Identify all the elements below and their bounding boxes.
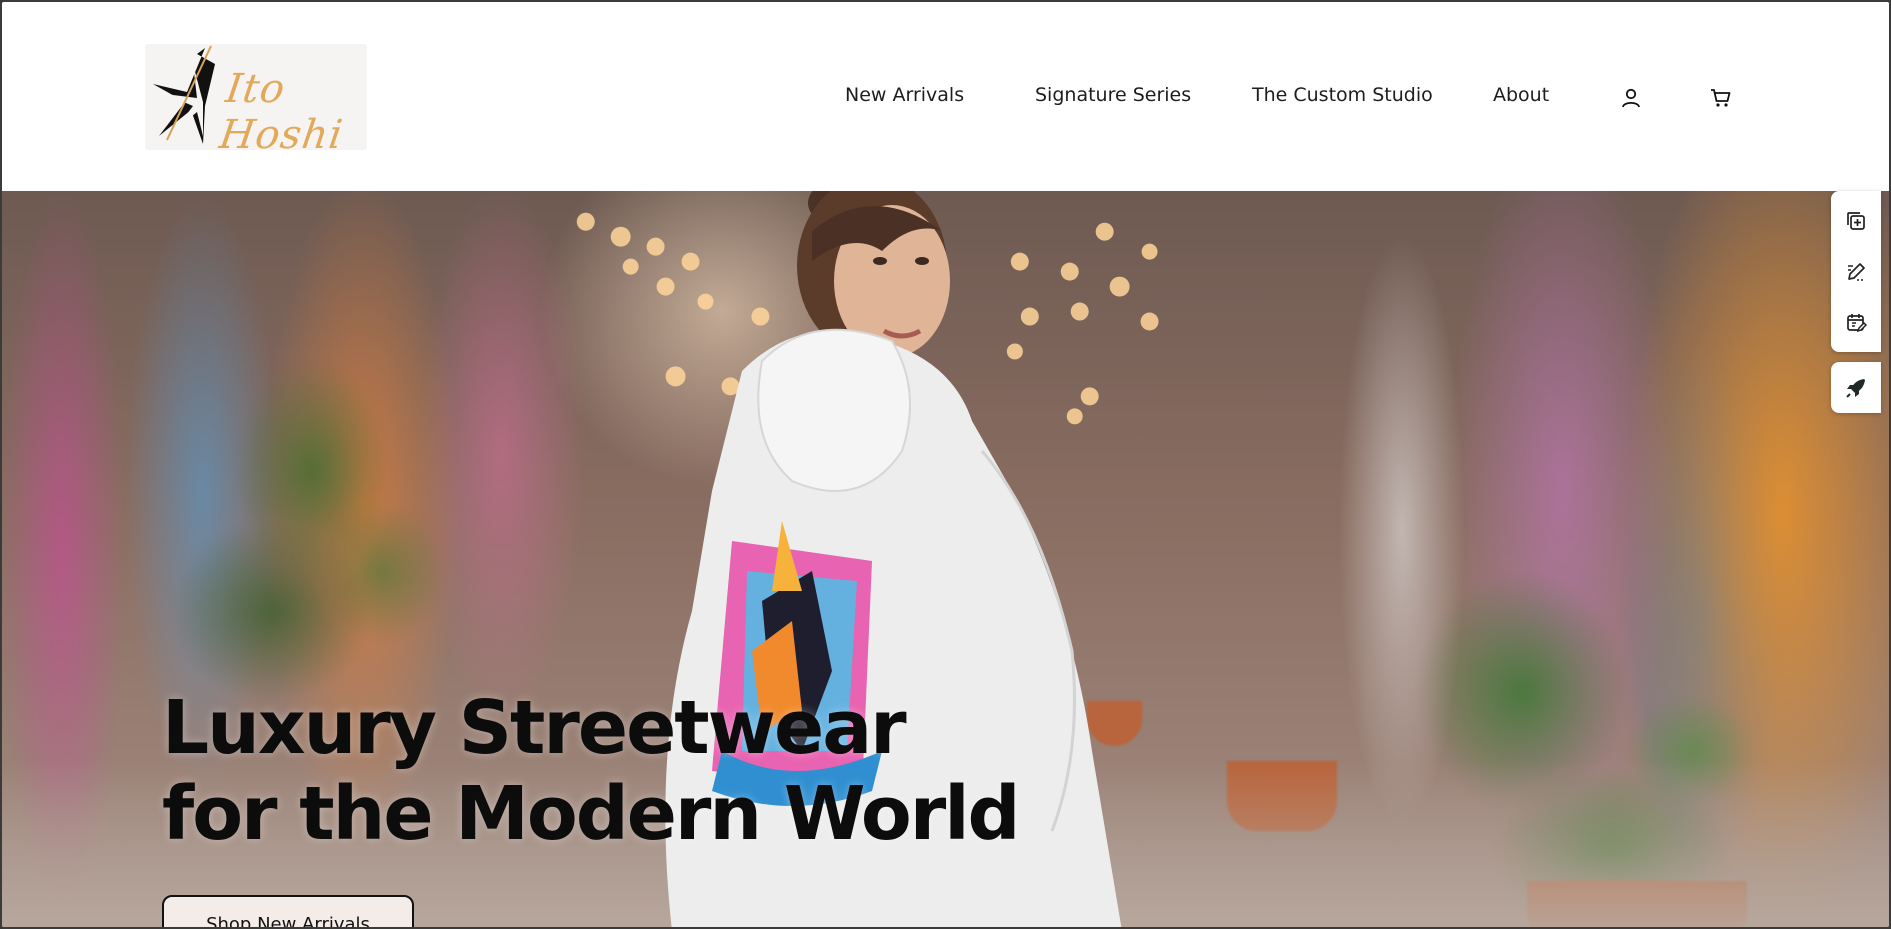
site-header: Ito Hoshi New Arrivals Signature Series … [2, 2, 1889, 191]
floating-toolbar [1831, 191, 1881, 413]
account-button[interactable] [1617, 84, 1645, 112]
headline-line-1: Luxury Streetwear [162, 685, 907, 771]
edit-pen-icon [1848, 262, 1865, 281]
tool-group [1831, 191, 1881, 352]
hero-banner: Luxury Streetwear for the Modern World S… [2, 191, 1889, 927]
nav-new-arrivals[interactable]: New Arrivals [845, 84, 964, 106]
copy-add-icon [1847, 211, 1865, 230]
calendar-edit-button[interactable] [1831, 297, 1881, 348]
cart-icon [1711, 89, 1731, 107]
hero-headline: Luxury Streetwear for the Modern World [162, 685, 1062, 857]
nav-signature-series[interactable]: Signature Series [1035, 84, 1191, 106]
launch-button[interactable] [1831, 362, 1881, 413]
nav-about[interactable]: About [1493, 84, 1549, 106]
rocket-icon [1846, 378, 1865, 398]
copy-add-button[interactable] [1831, 195, 1881, 246]
edit-button[interactable] [1831, 246, 1881, 297]
brand-logo[interactable]: Ito Hoshi [145, 44, 367, 158]
browser-viewport: Ito Hoshi New Arrivals Signature Series … [0, 0, 1891, 929]
nav-custom-studio[interactable]: The Custom Studio [1252, 84, 1433, 106]
shop-new-arrivals-button[interactable]: Shop New Arrivals [162, 895, 414, 927]
headline-line-2: for the Modern World [162, 771, 1021, 857]
cart-button[interactable] [1707, 84, 1735, 112]
brand-name: Ito Hoshi [216, 66, 347, 158]
calendar-edit-icon [1847, 313, 1867, 332]
user-icon [1622, 88, 1640, 108]
